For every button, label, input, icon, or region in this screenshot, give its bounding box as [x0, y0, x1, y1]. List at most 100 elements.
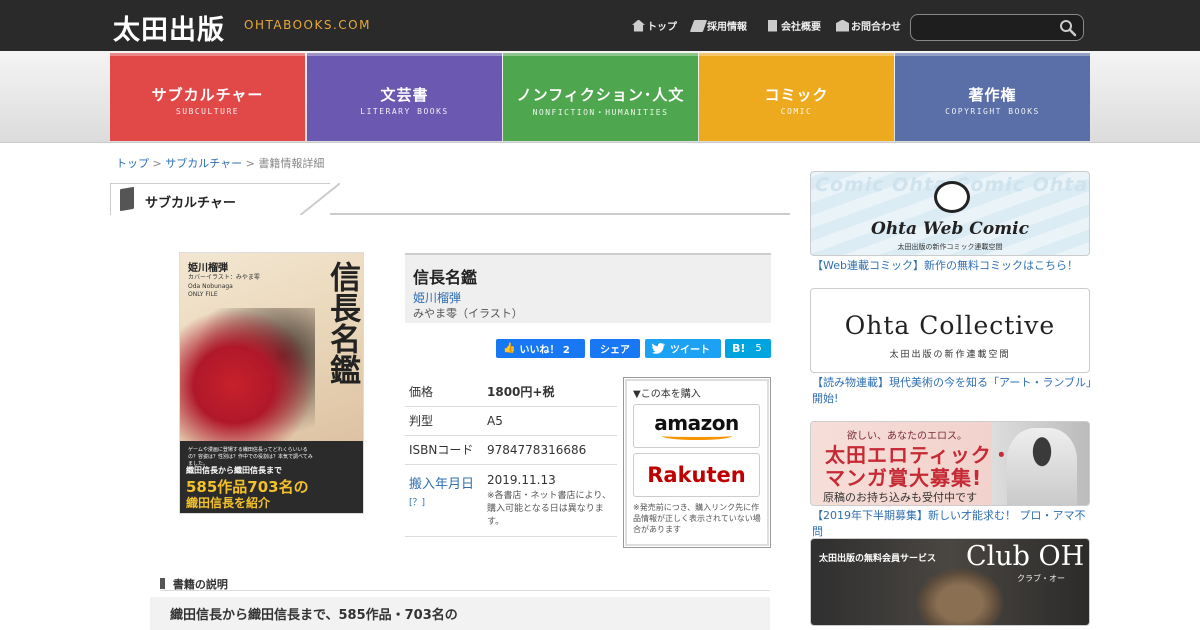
like-label: いいね！ 2: [519, 345, 570, 356]
category-label: サブカルチャー: [151, 86, 264, 104]
spec-table: 価格 1800円+税 判型 A5 ISBNコード 9784778316686 搬…: [405, 377, 617, 537]
breadcrumb-current: 書籍情報詳細: [258, 157, 325, 170]
amazon-logo: amazon: [654, 411, 739, 435]
facebook-like-button[interactable]: 👍 いいね！ 2: [496, 339, 585, 358]
book-title: 信長名鑑: [413, 268, 478, 287]
spec-row-date: 搬入年月日 [？] 2019.11.13 ※各書店・ネット書店により、購入可能と…: [405, 464, 617, 537]
pen-icon: [689, 19, 708, 32]
nav-top[interactable]: トップ: [632, 18, 677, 33]
price-value: 1800円+税: [483, 377, 617, 407]
cover-en-title: Oda Nobunaga ONLY FILE: [188, 283, 233, 299]
site-logo[interactable]: 太田出版: [113, 8, 225, 47]
category-label: コミック: [764, 86, 829, 104]
description-text: 織田信長から織田信長まで、585作品・703名の: [170, 608, 458, 623]
hatena-bookmark-button[interactable]: B! 5: [725, 339, 771, 358]
banner-caption-erotic[interactable]: 【2019年下半期募集】新しい才能求む！ プロ・アマ不問: [812, 508, 1094, 540]
banner-caption-web-comic[interactable]: 【Web連載コミック】新作の無料コミックはこちら！: [812, 258, 1094, 274]
size-value: A5: [483, 406, 617, 436]
tweet-button[interactable]: ツイート: [645, 339, 721, 358]
cover-band-line3: 織田信長を紹介: [186, 496, 271, 510]
breadcrumb-sep: >: [245, 157, 255, 170]
thumbs-up-icon: 👍: [503, 343, 516, 354]
banner-erotic-manga-award[interactable]: 欲しい、あなたのエロス。 太田エロティック・ マンガ賞大募集! 原稿のお持ち込み…: [810, 421, 1090, 506]
cover-illustration: [180, 308, 315, 448]
home-icon: [632, 19, 645, 32]
category-literary[interactable]: 文芸書 LITERARY BOOKS: [307, 53, 502, 141]
book-cover[interactable]: 姫川榴弾 カバーイラスト：みやま零 Oda Nobunaga ONLY FILE…: [179, 252, 364, 514]
isbn-value: 9784778316686: [483, 435, 617, 465]
banner-tagline: 太田出版の無料会員サービス: [819, 554, 937, 564]
building-icon: [767, 19, 778, 32]
amazon-button[interactable]: amazon: [633, 404, 760, 448]
date-value: 2019.11.13: [487, 472, 556, 487]
cover-title: 信長名鑑: [324, 261, 360, 385]
category-subculture[interactable]: サブカルチャー SUBCULTURE: [110, 53, 305, 141]
category-label: ノンフィクション･人文: [516, 86, 685, 104]
site-header: 太田出版 OHTABOOKS.COM トップ 採用情報 会社概要 お問合わせ: [0, 0, 1200, 51]
author-link[interactable]: 姫川榴弾: [413, 289, 461, 306]
rakuten-logo: Rakuten: [647, 463, 746, 487]
description-divider: [160, 590, 770, 591]
category-label: 著作権: [968, 86, 1017, 104]
hatena-count: 5: [755, 343, 762, 354]
date-label[interactable]: 搬入年月日: [409, 477, 474, 492]
banner-sub: 太田出版の新作コミック連載空間: [897, 243, 1003, 251]
search-box: [910, 14, 1084, 41]
cover-band-line1: 織田信長から織田信長まで: [186, 466, 282, 475]
banner-caption-collective[interactable]: 【読み物連載】現代美術の今を知る「アート・ランブル」開始!: [812, 375, 1094, 407]
spec-row-size: 判型 A5: [405, 406, 617, 436]
buy-box: ▼この本を購入 amazon Rakuten ※発売前につき、購入リンク先に作品…: [623, 377, 771, 548]
banner-note: 原稿のお持ち込みも受付中です: [823, 491, 977, 504]
date-help-link[interactable]: [？]: [409, 495, 479, 508]
book-info-box: 信長名鑑 姫川榴弾 みやま零（イラスト）: [405, 253, 771, 323]
category-label-en: COMIC: [780, 107, 813, 116]
category-label: 文芸書: [380, 86, 429, 104]
cover-illustrator: カバーイラスト：みやま零: [188, 274, 260, 281]
banner-logo: Club OH: [966, 541, 1085, 572]
mail-icon: [836, 19, 849, 32]
twitter-bird-icon: [652, 343, 665, 354]
nav-contact-label: お問合わせ: [851, 22, 901, 33]
breadcrumb-sep: >: [152, 157, 162, 170]
breadcrumb-category[interactable]: サブカルチャー: [165, 157, 242, 170]
search-input[interactable]: [921, 19, 1056, 36]
book-icon: [120, 186, 134, 212]
nav-recruit[interactable]: 採用情報: [689, 18, 747, 33]
nav-contact[interactable]: お問合わせ: [836, 18, 901, 33]
banner-logo: Ohta Web Comic: [871, 219, 1029, 239]
facebook-share-button[interactable]: シェア: [590, 339, 640, 358]
price-label: 価格: [405, 377, 483, 407]
nav-company-label: 会社概要: [781, 22, 821, 33]
section-heading: サブカルチャー: [110, 183, 790, 215]
date-label-cell: 搬入年月日 [？]: [405, 464, 483, 537]
category-comic[interactable]: コミック COMIC: [699, 53, 894, 141]
banner-figure: [1007, 428, 1077, 505]
buy-note: ※発売前につき、購入リンク先に作品情報が正しく表示されていない場合があります: [633, 503, 761, 535]
banner-logo: Ohta Collective: [844, 311, 1056, 340]
date-value-cell: 2019.11.13 ※各書店・ネット書店により、購入可能となる日は異なります。: [483, 464, 617, 537]
category-label-en: NONFICTION・HUMANITIES: [532, 108, 669, 117]
nav-recruit-label: 採用情報: [707, 22, 747, 33]
category-nonfiction[interactable]: ノンフィクション･人文 NONFICTION・HUMANITIES: [503, 53, 698, 141]
section-diagonal: [300, 183, 340, 215]
rakuten-button[interactable]: Rakuten: [633, 453, 760, 497]
banner-sub: 太田出版の新作連載空間: [889, 350, 1011, 360]
nav-top-label: トップ: [647, 22, 677, 33]
category-copyright[interactable]: 著作権 COPYRIGHT BOOKS: [895, 53, 1090, 141]
date-note: ※各書店・ネット書店により、購入可能となる日は異なります。: [487, 490, 612, 527]
nav-company[interactable]: 会社概要: [766, 18, 821, 33]
banner-collective[interactable]: Ohta Collective 太田出版の新作連載空間: [810, 288, 1090, 373]
section-title: サブカルチャー: [145, 196, 236, 211]
heading-bar-icon: [160, 578, 165, 589]
banner-web-comic[interactable]: Comic Ohta Comic Ohta Comic Ohta Web Com…: [810, 171, 1090, 256]
spec-row-price: 価格 1800円+税: [405, 377, 617, 407]
banner-club-oh[interactable]: 太田出版の無料会員サービス Club OH クラブ・オー: [810, 538, 1090, 626]
hatena-icon: B!: [732, 342, 746, 355]
tweet-label: ツイート: [670, 345, 710, 356]
buy-title: ▼この本を購入: [633, 389, 701, 400]
search-icon[interactable]: [1059, 19, 1077, 37]
breadcrumb-home[interactable]: トップ: [116, 157, 149, 170]
banner-sub: クラブ・オー: [1017, 574, 1065, 583]
breadcrumb: トップ > サブカルチャー > 書籍情報詳細: [116, 155, 324, 171]
speech-bubble-icon: [934, 181, 970, 213]
